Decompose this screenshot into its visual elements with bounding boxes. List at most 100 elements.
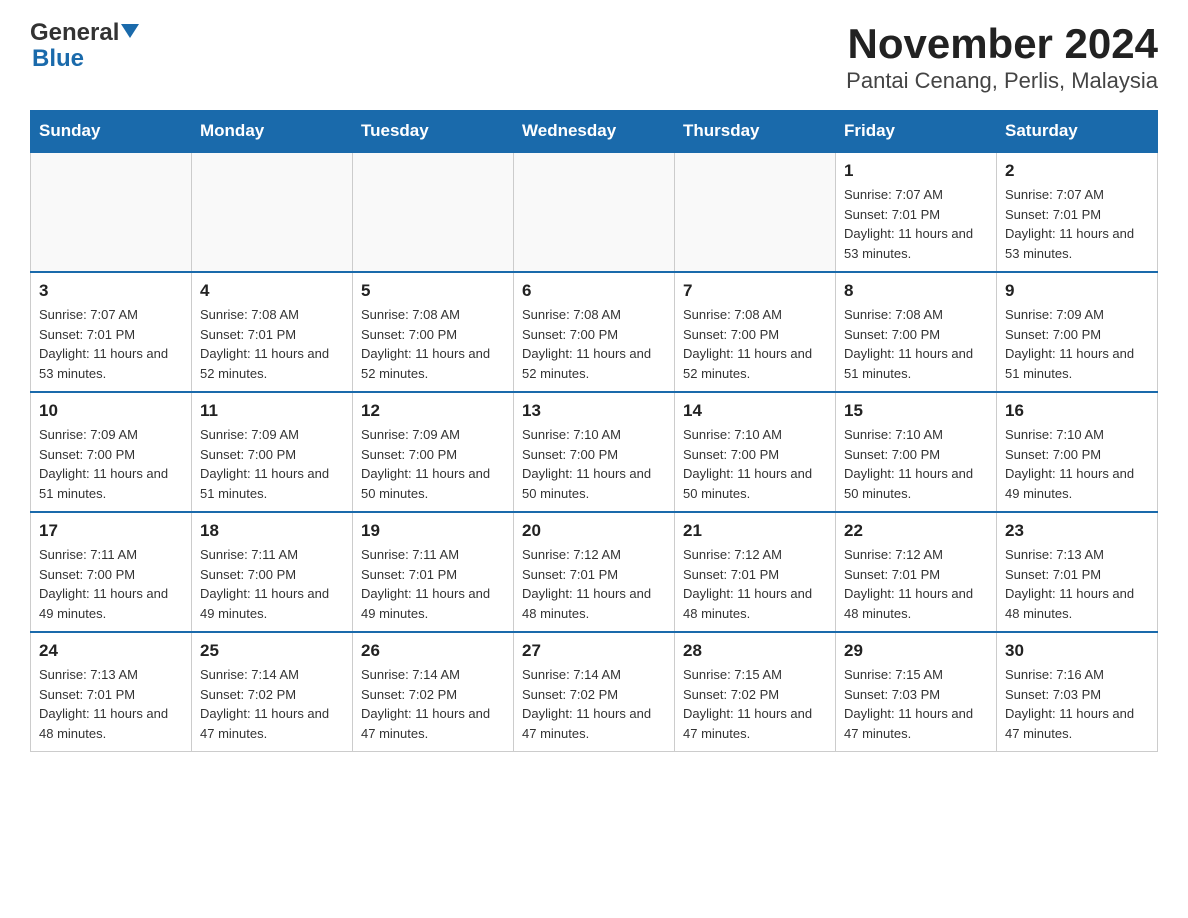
day-number: 17 <box>39 521 183 541</box>
calendar-cell: 5 Sunrise: 7:08 AMSunset: 7:00 PMDaylight… <box>353 272 514 392</box>
day-number: 1 <box>844 161 988 181</box>
calendar-cell: 28 Sunrise: 7:15 AMSunset: 7:02 PMDayligh… <box>675 632 836 752</box>
calendar-cell: 30 Sunrise: 7:16 AMSunset: 7:03 PMDayligh… <box>997 632 1158 752</box>
day-info: Sunrise: 7:09 AMSunset: 7:00 PMDaylight:… <box>39 425 183 503</box>
day-number: 2 <box>1005 161 1149 181</box>
day-info: Sunrise: 7:12 AMSunset: 7:01 PMDaylight:… <box>844 545 988 623</box>
day-number: 11 <box>200 401 344 421</box>
day-number: 14 <box>683 401 827 421</box>
day-info: Sunrise: 7:09 AMSunset: 7:00 PMDaylight:… <box>200 425 344 503</box>
day-number: 16 <box>1005 401 1149 421</box>
header-tuesday: Tuesday <box>353 111 514 153</box>
header-sunday: Sunday <box>31 111 192 153</box>
logo-blue-text: Blue <box>32 46 139 72</box>
calendar-table: Sunday Monday Tuesday Wednesday Thursday… <box>30 110 1158 752</box>
calendar-week-row: 10 Sunrise: 7:09 AMSunset: 7:00 PMDayligh… <box>31 392 1158 512</box>
calendar-cell: 7 Sunrise: 7:08 AMSunset: 7:00 PMDaylight… <box>675 272 836 392</box>
day-info: Sunrise: 7:11 AMSunset: 7:01 PMDaylight:… <box>361 545 505 623</box>
day-info: Sunrise: 7:08 AMSunset: 7:00 PMDaylight:… <box>361 305 505 383</box>
day-number: 9 <box>1005 281 1149 301</box>
day-info: Sunrise: 7:09 AMSunset: 7:00 PMDaylight:… <box>361 425 505 503</box>
day-info: Sunrise: 7:14 AMSunset: 7:02 PMDaylight:… <box>361 665 505 743</box>
calendar-cell: 29Sunrise: 7:15 AMSunset: 7:03 PMDayligh… <box>836 632 997 752</box>
calendar-cell: 2 Sunrise: 7:07 AMSunset: 7:01 PMDaylight… <box>997 152 1158 272</box>
day-number: 19 <box>361 521 505 541</box>
day-info: Sunrise: 7:13 AMSunset: 7:01 PMDaylight:… <box>1005 545 1149 623</box>
day-number: 7 <box>683 281 827 301</box>
day-number: 25 <box>200 641 344 661</box>
day-info: Sunrise: 7:08 AMSunset: 7:01 PMDaylight:… <box>200 305 344 383</box>
day-number: 24 <box>39 641 183 661</box>
day-number: 30 <box>1005 641 1149 661</box>
header-saturday: Saturday <box>997 111 1158 153</box>
day-info: Sunrise: 7:10 AMSunset: 7:00 PMDaylight:… <box>1005 425 1149 503</box>
calendar-cell: 9 Sunrise: 7:09 AMSunset: 7:00 PMDaylight… <box>997 272 1158 392</box>
day-number: 22 <box>844 521 988 541</box>
day-info: Sunrise: 7:10 AMSunset: 7:00 PMDaylight:… <box>844 425 988 503</box>
calendar-cell: 27 Sunrise: 7:14 AMSunset: 7:02 PMDayligh… <box>514 632 675 752</box>
day-number: 21 <box>683 521 827 541</box>
day-info: Sunrise: 7:13 AMSunset: 7:01 PMDaylight:… <box>39 665 183 743</box>
logo: General Blue <box>30 20 139 73</box>
day-info: Sunrise: 7:16 AMSunset: 7:03 PMDaylight:… <box>1005 665 1149 743</box>
header-friday: Friday <box>836 111 997 153</box>
calendar-body: 1 Sunrise: 7:07 AMSunset: 7:01 PMDaylight… <box>31 152 1158 752</box>
day-number: 18 <box>200 521 344 541</box>
header-thursday: Thursday <box>675 111 836 153</box>
day-info: Sunrise: 7:08 AMSunset: 7:00 PMDaylight:… <box>683 305 827 383</box>
calendar-cell: 13Sunrise: 7:10 AMSunset: 7:00 PMDayligh… <box>514 392 675 512</box>
day-info: Sunrise: 7:07 AMSunset: 7:01 PMDaylight:… <box>1005 185 1149 263</box>
calendar-cell: 16 Sunrise: 7:10 AMSunset: 7:00 PMDayligh… <box>997 392 1158 512</box>
calendar-cell: 11 Sunrise: 7:09 AMSunset: 7:00 PMDayligh… <box>192 392 353 512</box>
calendar-cell <box>514 152 675 272</box>
calendar-cell: 17 Sunrise: 7:11 AMSunset: 7:00 PMDayligh… <box>31 512 192 632</box>
calendar-cell: 24 Sunrise: 7:13 AMSunset: 7:01 PMDayligh… <box>31 632 192 752</box>
calendar-cell: 1 Sunrise: 7:07 AMSunset: 7:01 PMDaylight… <box>836 152 997 272</box>
calendar-cell <box>192 152 353 272</box>
calendar-cell: 10 Sunrise: 7:09 AMSunset: 7:00 PMDayligh… <box>31 392 192 512</box>
day-info: Sunrise: 7:14 AMSunset: 7:02 PMDaylight:… <box>522 665 666 743</box>
day-number: 4 <box>200 281 344 301</box>
day-info: Sunrise: 7:15 AMSunset: 7:02 PMDaylight:… <box>683 665 827 743</box>
day-info: Sunrise: 7:11 AMSunset: 7:00 PMDaylight:… <box>39 545 183 623</box>
day-number: 3 <box>39 281 183 301</box>
calendar-cell: 3Sunrise: 7:07 AMSunset: 7:01 PMDaylight… <box>31 272 192 392</box>
day-number: 5 <box>361 281 505 301</box>
day-number: 23 <box>1005 521 1149 541</box>
day-info: Sunrise: 7:12 AMSunset: 7:01 PMDaylight:… <box>522 545 666 623</box>
header-wednesday: Wednesday <box>514 111 675 153</box>
logo-general-text: General <box>30 20 119 46</box>
calendar-subtitle: Pantai Cenang, Perlis, Malaysia <box>846 68 1158 94</box>
logo-triangle-icon <box>121 24 139 38</box>
day-number: 27 <box>522 641 666 661</box>
day-number: 15 <box>844 401 988 421</box>
calendar-header: Sunday Monday Tuesday Wednesday Thursday… <box>31 111 1158 153</box>
calendar-cell: 25 Sunrise: 7:14 AMSunset: 7:02 PMDayligh… <box>192 632 353 752</box>
day-info: Sunrise: 7:11 AMSunset: 7:00 PMDaylight:… <box>200 545 344 623</box>
day-number: 28 <box>683 641 827 661</box>
calendar-cell: 18 Sunrise: 7:11 AMSunset: 7:00 PMDayligh… <box>192 512 353 632</box>
day-number: 10 <box>39 401 183 421</box>
weekday-header-row: Sunday Monday Tuesday Wednesday Thursday… <box>31 111 1158 153</box>
calendar-week-row: 1 Sunrise: 7:07 AMSunset: 7:01 PMDaylight… <box>31 152 1158 272</box>
header-monday: Monday <box>192 111 353 153</box>
day-info: Sunrise: 7:08 AMSunset: 7:00 PMDaylight:… <box>522 305 666 383</box>
day-number: 26 <box>361 641 505 661</box>
title-section: November 2024 Pantai Cenang, Perlis, Mal… <box>846 20 1158 94</box>
day-info: Sunrise: 7:10 AMSunset: 7:00 PMDaylight:… <box>522 425 666 503</box>
day-info: Sunrise: 7:14 AMSunset: 7:02 PMDaylight:… <box>200 665 344 743</box>
calendar-title: November 2024 <box>846 20 1158 68</box>
day-info: Sunrise: 7:09 AMSunset: 7:00 PMDaylight:… <box>1005 305 1149 383</box>
calendar-cell: 19 Sunrise: 7:11 AMSunset: 7:01 PMDayligh… <box>353 512 514 632</box>
calendar-week-row: 3Sunrise: 7:07 AMSunset: 7:01 PMDaylight… <box>31 272 1158 392</box>
calendar-cell: 12Sunrise: 7:09 AMSunset: 7:00 PMDayligh… <box>353 392 514 512</box>
calendar-cell: 15 Sunrise: 7:10 AMSunset: 7:00 PMDayligh… <box>836 392 997 512</box>
calendar-week-row: 24 Sunrise: 7:13 AMSunset: 7:01 PMDayligh… <box>31 632 1158 752</box>
calendar-cell: 4 Sunrise: 7:08 AMSunset: 7:01 PMDaylight… <box>192 272 353 392</box>
day-info: Sunrise: 7:07 AMSunset: 7:01 PMDaylight:… <box>844 185 988 263</box>
day-number: 29 <box>844 641 988 661</box>
calendar-cell <box>31 152 192 272</box>
calendar-cell <box>675 152 836 272</box>
day-info: Sunrise: 7:10 AMSunset: 7:00 PMDaylight:… <box>683 425 827 503</box>
day-info: Sunrise: 7:08 AMSunset: 7:00 PMDaylight:… <box>844 305 988 383</box>
